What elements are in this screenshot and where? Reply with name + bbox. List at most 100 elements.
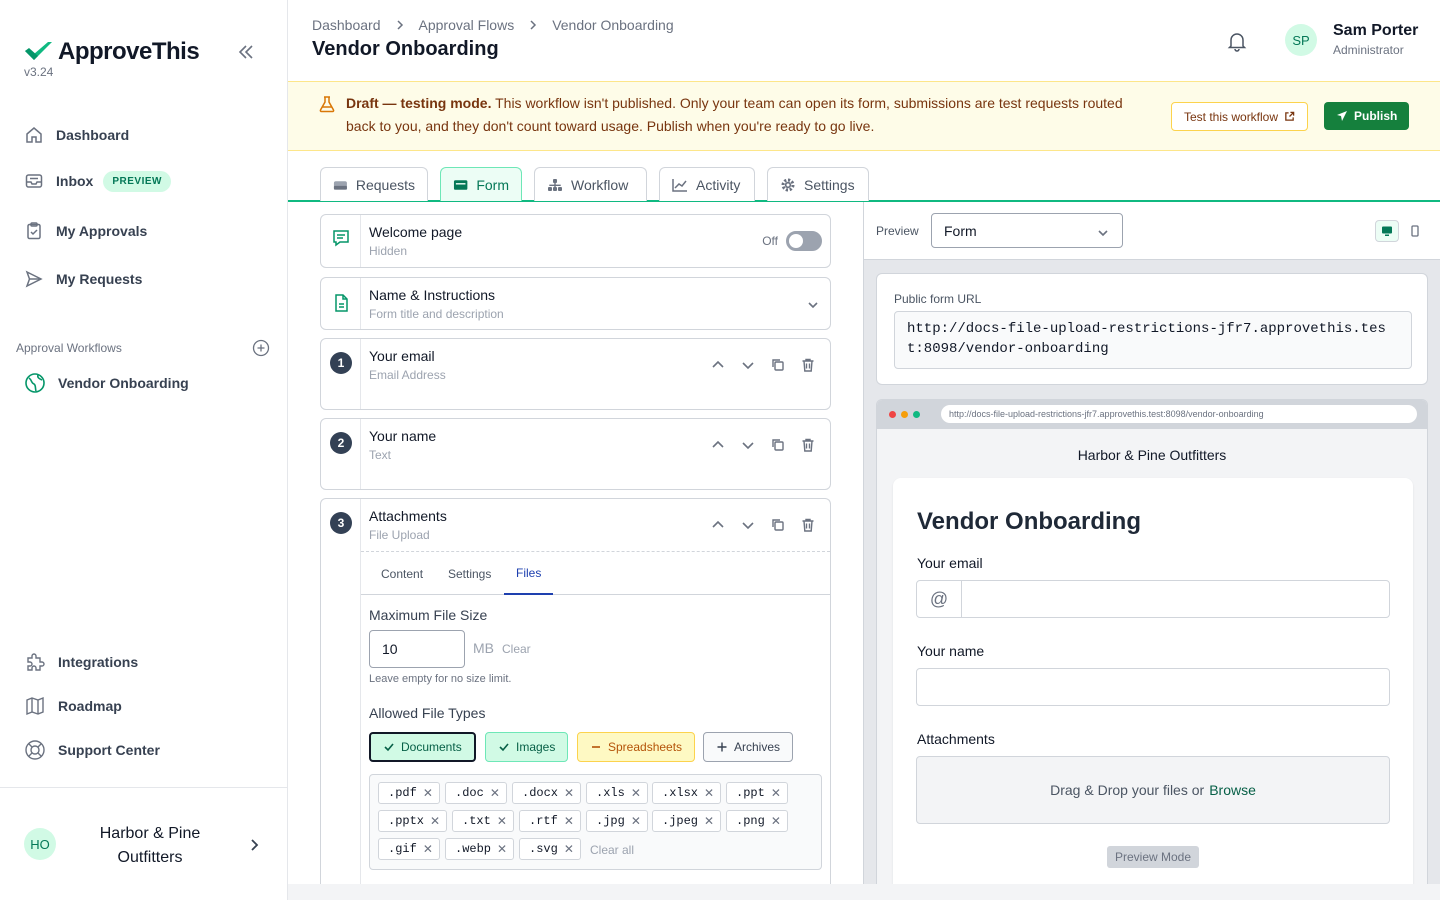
remove-icon[interactable]: ✕	[631, 814, 641, 828]
max-size-input[interactable]: 10	[369, 630, 465, 668]
org-switcher[interactable]: HO Harbor & Pine Outfitters	[0, 787, 287, 900]
instructions-sub: Form title and description	[369, 307, 504, 321]
field-type: Email Address	[369, 368, 446, 382]
chevron-up-icon[interactable]	[710, 517, 726, 533]
tab-activity[interactable]: Activity	[659, 167, 755, 201]
welcome-toggle[interactable]	[786, 231, 822, 251]
trash-icon[interactable]	[800, 357, 816, 373]
preview-select[interactable]: Form	[931, 213, 1123, 248]
extension-label: .doc	[455, 786, 484, 800]
field-subtabs: Content Settings Files	[361, 551, 830, 595]
remove-icon[interactable]: ✕	[430, 814, 440, 828]
category-archives[interactable]: Archives	[703, 732, 794, 762]
instructions-title: Name & Instructions	[369, 287, 496, 303]
extension-label: .jpeg	[662, 814, 699, 828]
duplicate-icon[interactable]	[770, 357, 786, 373]
remove-icon[interactable]: ✕	[771, 814, 781, 828]
field-card-attachments[interactable]: 3 Attachments File Upload Content Settin…	[320, 498, 831, 884]
subtab-content[interactable]: Content	[369, 552, 435, 595]
nav-my-approvals[interactable]: My Approvals	[24, 219, 147, 243]
field-card-email[interactable]: 1 Your email Email Address	[320, 338, 831, 410]
nav-support-center[interactable]: Support Center	[24, 738, 160, 762]
clear-size-link[interactable]: Clear	[502, 642, 531, 656]
remove-icon[interactable]: ✕	[423, 842, 433, 856]
extension-label: .jpg	[596, 814, 625, 828]
app-logo[interactable]: ApproveThis	[24, 38, 200, 66]
remove-icon[interactable]: ✕	[490, 786, 500, 800]
chevron-right-icon	[396, 20, 403, 30]
publish-button[interactable]: Publish	[1324, 102, 1410, 130]
trash-icon[interactable]	[800, 437, 816, 453]
field-title: Your email	[369, 348, 435, 364]
tab-requests[interactable]: Requests	[320, 167, 428, 201]
duplicate-icon[interactable]	[770, 517, 786, 533]
remove-icon[interactable]: ✕	[704, 786, 714, 800]
chevron-up-icon[interactable]	[710, 437, 726, 453]
bell-icon[interactable]	[1226, 30, 1248, 52]
extension-chip: .png ✕	[726, 810, 788, 832]
nav-inbox[interactable]: Inbox PREVIEW	[24, 169, 171, 193]
subtab-files[interactable]: Files	[504, 552, 554, 595]
chevron-down-icon[interactable]	[740, 357, 756, 373]
nav-integrations[interactable]: Integrations	[24, 650, 138, 674]
add-workflow-icon[interactable]	[252, 339, 270, 357]
publish-label: Publish	[1354, 109, 1398, 123]
nav-my-requests[interactable]: My Requests	[24, 267, 142, 291]
subtab-settings[interactable]: Settings	[436, 552, 503, 595]
remove-icon[interactable]: ✕	[497, 814, 507, 828]
remove-icon[interactable]: ✕	[631, 786, 641, 800]
tab-form[interactable]: Form	[440, 167, 522, 201]
category-documents[interactable]: Documents	[369, 732, 476, 762]
remove-icon[interactable]: ✕	[704, 814, 714, 828]
card-gutter: 2	[321, 419, 361, 489]
chevron-down-icon[interactable]	[740, 437, 756, 453]
bottom-strip	[288, 884, 1440, 900]
extension-label: .pdf	[388, 786, 417, 800]
browse-link[interactable]: Browse	[1209, 782, 1256, 798]
check-icon	[499, 743, 509, 752]
tab-workflow[interactable]: Workflow	[534, 167, 647, 201]
tab-workflow-label: Workflow	[571, 176, 629, 193]
tab-settings[interactable]: Settings	[767, 167, 869, 201]
file-dropzone[interactable]: Drag & Drop your files or Browse	[916, 756, 1390, 824]
chevron-down-icon[interactable]	[740, 517, 756, 533]
breadcrumb-dashboard[interactable]: Dashboard	[312, 17, 381, 33]
nav-dashboard[interactable]: Dashboard	[24, 123, 129, 147]
remove-icon[interactable]: ✕	[564, 842, 574, 856]
clipboard-check-icon	[27, 222, 41, 240]
email-field[interactable]: @	[916, 580, 1390, 618]
plus-icon	[717, 742, 727, 752]
public-url-value[interactable]: http://docs-file-upload-restrictions-jfr…	[894, 311, 1412, 369]
form-icon	[453, 179, 468, 190]
category-spreadsheets[interactable]: Spreadsheets	[577, 732, 696, 762]
card-gutter	[321, 215, 361, 267]
tab-form-label: Form	[476, 176, 509, 193]
category-images[interactable]: Images	[485, 732, 569, 762]
test-workflow-button[interactable]: Test this workflow	[1171, 102, 1309, 131]
preview-badge: PREVIEW	[103, 170, 171, 192]
user-avatar[interactable]: SP	[1285, 24, 1317, 56]
desktop-view-button[interactable]	[1375, 220, 1399, 242]
nav-roadmap[interactable]: Roadmap	[24, 694, 122, 718]
field-card-name[interactable]: 2 Your name Text	[320, 418, 831, 490]
welcome-page-card[interactable]: Welcome page Hidden Off	[320, 214, 831, 268]
clear-all-link[interactable]: Clear all	[590, 843, 634, 857]
browser-address: http://docs-file-upload-restrictions-jfr…	[941, 405, 1417, 423]
extension-chip: .docx ✕	[512, 782, 582, 804]
mobile-view-button[interactable]	[1403, 220, 1427, 242]
field-type: Text	[369, 448, 392, 462]
name-instructions-card[interactable]: Name & Instructions Form title and descr…	[320, 277, 831, 330]
remove-icon[interactable]: ✕	[423, 786, 433, 800]
breadcrumb-approval-flows[interactable]: Approval Flows	[419, 17, 515, 33]
duplicate-icon[interactable]	[770, 437, 786, 453]
remove-icon[interactable]: ✕	[564, 814, 574, 828]
chevron-down-icon[interactable]	[806, 298, 820, 312]
remove-icon[interactable]: ✕	[771, 786, 781, 800]
chevron-up-icon[interactable]	[710, 357, 726, 373]
trash-icon[interactable]	[800, 517, 816, 533]
remove-icon[interactable]: ✕	[564, 786, 574, 800]
remove-icon[interactable]: ✕	[497, 842, 507, 856]
collapse-sidebar-icon[interactable]	[236, 42, 256, 62]
workflow-vendor-onboarding[interactable]: Vendor Onboarding	[24, 371, 189, 395]
name-field[interactable]	[916, 668, 1390, 706]
